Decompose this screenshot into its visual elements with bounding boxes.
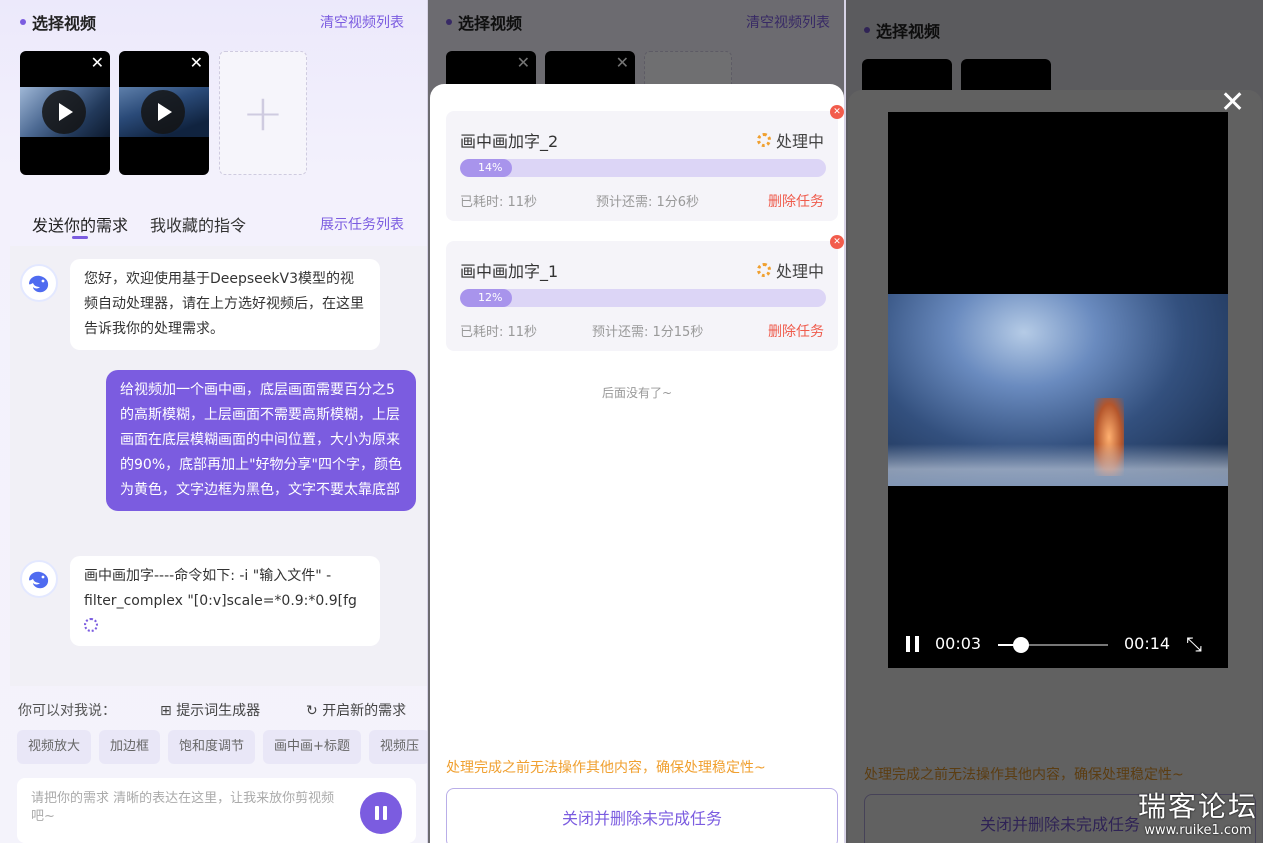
say-label: 你可以对我说： [18,703,116,719]
bot-message: 您好，欢迎使用基于DeepseekV3模型的视频自动处理器，请在上方选好视频后，… [70,259,380,350]
progress-fill: 14% [460,159,512,177]
prompt-generator-button[interactable]: ⊞ 提示词生成器 [160,700,260,720]
chip[interactable]: 加边框 [99,730,161,764]
chip[interactable]: 画中画+标题 [263,730,361,764]
bot-avatar [20,560,58,598]
task-sheet: 画中画加字_2 处理中 14% 已耗时: 11秒 预计还需: 1分6秒 删除任务… [430,84,844,843]
plus-icon: + [242,84,284,142]
user-message: 给视频加一个画中画，底层画面需要百分之5的高斯模糊，上层画面不需要高斯模糊，上层… [106,370,416,511]
end-of-list-text: 后面没有了~ [601,386,673,400]
bot-message: 画中画加字----命令如下: -i "输入文件" -filter_complex… [70,556,380,646]
video-fog [888,444,1228,486]
chip[interactable]: 视频压 [368,730,428,764]
close-icon[interactable]: ✕ [830,105,844,119]
task-status: 处理中 [756,128,824,152]
chip[interactable]: 饱和度调节 [168,730,256,764]
pause-icon[interactable] [906,636,920,652]
progress-bar: 12% [460,289,826,307]
delete-task-button[interactable]: 删除任务 [768,321,824,341]
close-and-delete-button[interactable]: 关闭并删除未完成任务 [446,788,838,843]
task-status: 处理中 [756,258,824,282]
bot-avatar [20,264,58,302]
pause-icon [383,806,387,820]
new-request-label: 开启新的需求 [322,703,407,719]
tab-bar: 发送你的需求 我收藏的指令 [32,212,246,239]
task-status-label: 处理中 [775,132,824,151]
progress-fill: 12% [460,289,512,307]
new-request-button[interactable]: ↻ 开启新的需求 [306,700,406,720]
watermark-url: www.ruike1.com [1144,823,1252,838]
task-name: 画中画加字_1 [460,262,559,281]
refresh-icon: ↻ [306,703,323,719]
select-video-header: 选择视频 [20,10,96,34]
fullscreen-icon[interactable]: ⤡ [1186,632,1202,656]
video-assistant-panel: 选择视频 清空视频列表 ✕ ✕ + 发送你的需求 我收藏的指令 展示任务列表 您… [0,0,428,843]
video-thumbnail[interactable]: ✕ [20,51,110,175]
warning-text: 处理完成之前无法操作其他内容，确保处理稳定性~ [446,760,766,776]
video-player[interactable]: 00:03 00:14 ⤡ [888,112,1228,668]
whale-icon [29,571,49,589]
bot-message-text: 画中画加字----命令如下: -i "输入文件" -filter_complex… [84,568,357,609]
tab-saved-commands[interactable]: 我收藏的指令 [150,212,246,236]
video-frame [888,294,1228,486]
play-icon[interactable] [42,90,86,134]
bullet-icon [20,19,26,25]
clear-video-list-link[interactable]: 清空视频列表 [320,12,404,32]
seek-handle[interactable] [1013,637,1030,653]
watermark-name: 瑞客论坛 [1138,790,1259,823]
remaining-time: 预计还需: 1分6秒 [596,195,700,210]
prompt-generator-label: 提示词生成器 [176,703,261,719]
loading-spinner-icon [84,618,98,632]
pause-button[interactable] [360,792,402,834]
current-time: 00:03 [935,634,982,653]
play-icon[interactable] [141,90,185,134]
chip[interactable]: 视频放大 [17,730,92,764]
video-controls: 00:03 00:14 ⤡ [888,630,1228,660]
remaining-time: 预计还需: 1分15秒 [592,325,704,340]
request-input[interactable]: 请把你的需求 清晰的表达在这里，让我来放你剪视频吧~ [17,778,416,843]
task-status-label: 处理中 [775,262,824,281]
whale-icon [29,275,49,293]
video-preview-panel: 选择视频 处理完成之前无法操作其他内容，确保处理稳定性~ 关闭并删除未完成任务 … [846,0,1263,843]
delete-task-button[interactable]: 删除任务 [768,191,824,211]
tab-send-request[interactable]: 发送你的需求 [32,212,128,239]
loading-icon [756,133,771,147]
watermark: 瑞客论坛 www.ruike1.com [1138,792,1258,840]
task-card: 画中画加字_2 处理中 14% 已耗时: 11秒 预计还需: 1分6秒 删除任务… [446,105,844,221]
duration: 00:14 [1124,634,1171,653]
close-icon[interactable]: ✕ [830,235,844,249]
video-thumbnail[interactable]: ✕ [119,51,209,175]
close-icon[interactable]: ✕ [190,53,203,72]
show-task-list-link[interactable]: 展示任务列表 [320,214,404,234]
loading-icon [756,263,771,277]
close-icon[interactable]: ✕ [91,53,104,72]
elapsed-time: 已耗时: 11秒 [460,325,538,340]
suggestion-chips: 视频放大 加边框 饱和度调节 画中画+标题 视频压 [17,730,428,766]
task-name: 画中画加字_2 [460,132,559,151]
task-card: 画中画加字_1 处理中 12% 已耗时: 11秒 预计还需: 1分15秒 删除任… [446,235,844,351]
select-video-title: 选择视频 [32,14,97,33]
gift-icon: ⊞ [160,703,177,719]
pause-icon [375,806,379,820]
progress-bar: 14% [460,159,826,177]
elapsed-time: 已耗时: 11秒 [460,195,538,210]
add-video-button[interactable]: + [219,51,307,175]
task-list-panel: 选择视频 清空视频列表 ✕ ✕ 画中画加字_2 处理中 14% 已耗时: 11秒… [428,0,846,843]
